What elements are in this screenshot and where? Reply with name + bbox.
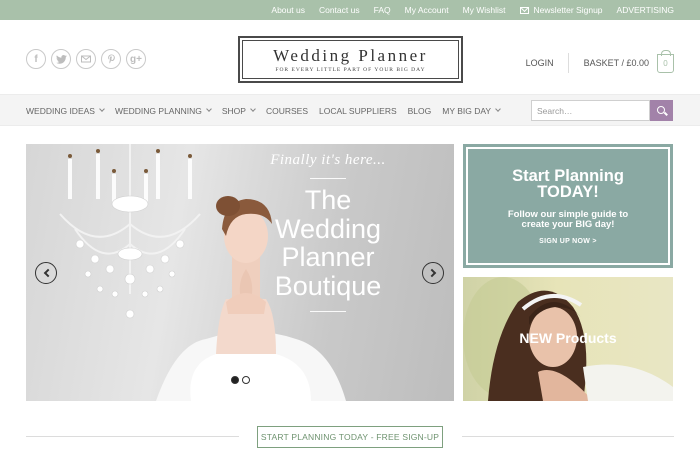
email-icon[interactable] — [76, 49, 96, 69]
search-input[interactable] — [531, 100, 650, 121]
basket-link[interactable]: BASKET / £0.00 — [584, 58, 649, 68]
top-links: About us Contact us FAQ My Account My Wi… — [271, 0, 674, 20]
new-products-promo[interactable]: NEW Products — [463, 277, 673, 401]
chevron-down-icon — [99, 106, 105, 112]
top-bar: About us Contact us FAQ My Account My Wi… — [0, 0, 700, 20]
divider-left — [26, 436, 239, 437]
hero-headline-line: The — [304, 185, 352, 215]
facebook-icon[interactable]: f — [26, 49, 46, 69]
search-form — [531, 100, 673, 121]
nav-item-wedding-ideas[interactable]: WEDDING IDEAS — [26, 106, 105, 116]
chevron-left-icon — [43, 268, 52, 278]
hero-headline-line: Planner — [281, 242, 375, 272]
pin-icon — [107, 54, 115, 64]
nav-item-my-big-day[interactable]: MY BIG DAY — [442, 106, 501, 116]
logo-tagline: FOR EVERY LITTLE PART OF YOUR BIG DAY — [275, 66, 426, 73]
logo-frame: Wedding Planner FOR EVERY LITTLE PART OF… — [242, 40, 459, 79]
hero-headline-line: Boutique — [274, 270, 382, 301]
social-icons: f g+ — [26, 49, 146, 69]
nav-item-courses[interactable]: COURSES — [266, 106, 308, 116]
promo-frame: Start Planning TODAY! Follow our simple … — [466, 147, 670, 265]
top-link-advertising[interactable]: ADVERTISING — [617, 5, 674, 15]
nav-item-blog[interactable]: BLOG — [408, 106, 432, 116]
site-logo[interactable]: Wedding Planner FOR EVERY LITTLE PART OF… — [238, 36, 463, 83]
search-icon — [656, 105, 665, 114]
chevron-down-icon — [250, 106, 256, 112]
hero-script-text: Finally it's here... — [270, 152, 386, 168]
main-nav: WEDDING IDEAS WEDDING PLANNING SHOP COUR… — [0, 94, 700, 126]
start-planning-promo[interactable]: Start Planning TODAY! Follow our simple … — [463, 144, 673, 268]
mail-icon — [519, 6, 529, 14]
slider-dot-1[interactable] — [231, 376, 239, 384]
header-divider — [567, 53, 569, 73]
chevron-down-icon — [206, 106, 212, 112]
nav-item-local-suppliers[interactable]: LOCAL SUPPLIERS — [319, 106, 397, 116]
top-link-faq[interactable]: FAQ — [374, 5, 391, 15]
envelope-icon — [81, 55, 91, 63]
signup-strip: START PLANNING TODAY - FREE SIGN-UP — [0, 405, 700, 453]
divider-right — [462, 436, 674, 437]
nav-items: WEDDING IDEAS WEDDING PLANNING SHOP COUR… — [26, 95, 501, 126]
site-header: f g+ Wedding Planner FOR EVERY LITTLE PA… — [0, 20, 700, 94]
chevron-right-icon — [427, 268, 436, 278]
cart-bag-icon[interactable]: 0 — [657, 49, 674, 73]
promo-text: Follow our simple guide to create your B… — [507, 209, 629, 230]
top-link-about[interactable]: About us — [271, 5, 305, 15]
nav-item-wedding-planning[interactable]: WEDDING PLANNING — [115, 106, 212, 116]
chevron-down-icon — [495, 106, 501, 112]
slider-dot-2[interactable] — [242, 376, 250, 384]
slider-next-button[interactable] — [422, 262, 444, 284]
hero-divider-bottom — [310, 311, 346, 312]
twitter-bird-icon — [55, 54, 67, 64]
top-link-wishlist[interactable]: My Wishlist — [463, 5, 506, 15]
hero-headline: The Wedding Planner Boutique — [258, 186, 398, 300]
promo-heading: Start Planning — [512, 167, 624, 185]
pinterest-icon[interactable] — [101, 49, 121, 69]
top-link-newsletter[interactable]: Newsletter Signup — [519, 5, 603, 15]
hero-caption: Finally it's here... The Wedding Planner… — [258, 152, 398, 312]
twitter-icon[interactable] — [51, 49, 71, 69]
hero-slider[interactable]: Finally it's here... The Wedding Planner… — [26, 144, 454, 401]
login-link[interactable]: LOGIN — [526, 58, 554, 68]
slider-prev-button[interactable] — [35, 262, 57, 284]
promo-heading-today: TODAY! — [537, 183, 599, 201]
google-plus-icon[interactable]: g+ — [126, 49, 146, 69]
logo-title: Wedding Planner — [273, 45, 428, 65]
free-signup-button[interactable]: START PLANNING TODAY - FREE SIGN-UP — [257, 426, 443, 448]
hero-headline-line: Wedding — [274, 213, 382, 244]
search-button[interactable] — [650, 100, 673, 121]
new-products-label: NEW Products — [519, 330, 617, 346]
sign-up-now-link[interactable]: SIGN UP NOW > — [539, 238, 597, 245]
slider-dots — [231, 376, 250, 384]
nav-item-shop[interactable]: SHOP — [222, 106, 256, 116]
hero-divider-top — [310, 178, 346, 179]
account-area: LOGIN BASKET / £0.00 0 — [526, 49, 674, 73]
top-link-account[interactable]: My Account — [405, 5, 449, 15]
cart-count: 0 — [663, 58, 668, 68]
top-link-contact[interactable]: Contact us — [319, 5, 360, 15]
